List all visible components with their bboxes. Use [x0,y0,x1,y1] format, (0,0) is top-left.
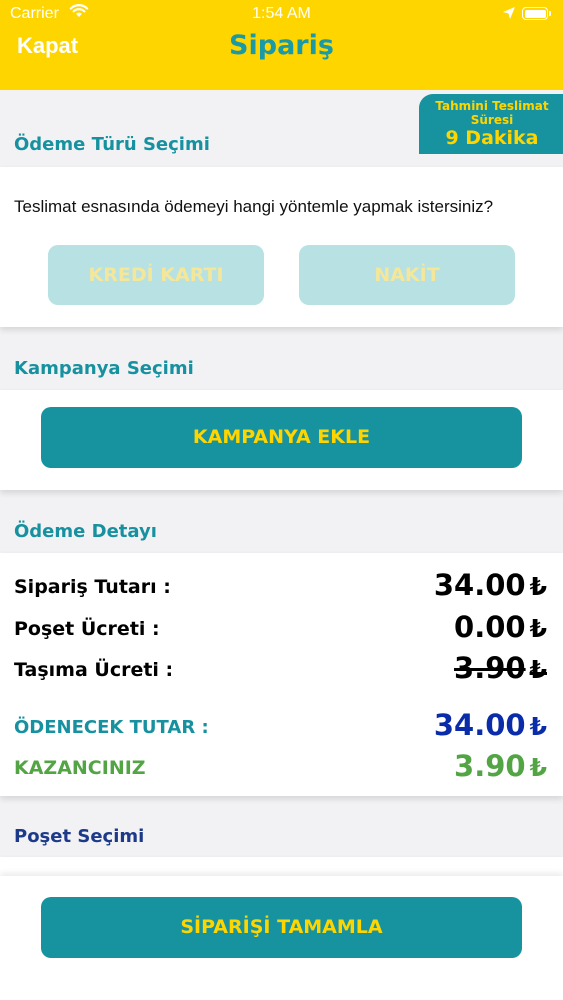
bag-section-title: Poşet Seçimi [14,826,145,847]
cash-button[interactable]: NAKİT [299,245,515,305]
add-campaign-button[interactable]: KAMPANYA EKLE [41,407,522,468]
lira-icon: ₺ [529,572,547,601]
header-bar: Carrier 1:54 AM Kapat Sipariş [0,0,563,90]
lira-icon: ₺ [529,712,547,741]
eta-badge: Tahmini Teslimat Süresi 9 Dakika [419,94,563,154]
order-amount-value: 34.00 ₺ [433,568,547,602]
eta-label-line2: Süresi [470,113,514,127]
lira-icon: ₺ [529,614,547,643]
complete-order-button[interactable]: SİPARİŞİ TAMAMLA [41,897,522,958]
bag-fee-value: 0.00 ₺ [454,610,547,644]
total-value: 34.00 ₺ [433,708,547,742]
status-time: 1:54 AM [252,5,311,22]
saving-label: KAZANCINIZ [14,757,146,779]
delivery-fee-value: 3.90 ₺ [454,651,547,685]
campaign-section-title: Kampanya Seçimi [14,358,194,379]
total-label: ÖDENECEK TUTAR : [14,717,209,738]
bag-fee-label: Poşet Ücreti : [14,618,160,640]
eta-value: 9 Dakika [445,127,539,149]
lira-icon: ₺ [529,655,547,684]
details-section-title: Ödeme Detayı [14,521,157,542]
battery-icon [522,7,551,20]
credit-card-button[interactable]: KREDİ KARTI [48,245,264,305]
lira-icon: ₺ [529,753,547,782]
saving-value: 3.90 ₺ [454,749,547,783]
delivery-fee-label: Taşıma Ücreti : [14,659,174,681]
page-title: Sipariş [229,30,334,61]
payment-question: Teslimat esnasında ödemeyi hangi yönteml… [14,197,494,216]
location-icon [503,7,515,19]
order-amount-label: Sipariş Tutarı : [14,576,171,598]
payment-section-title: Ödeme Türü Seçimi [14,134,210,155]
status-bar: Carrier 1:54 AM [0,0,563,30]
eta-label-line1: Tahmini Teslimat [435,99,549,113]
